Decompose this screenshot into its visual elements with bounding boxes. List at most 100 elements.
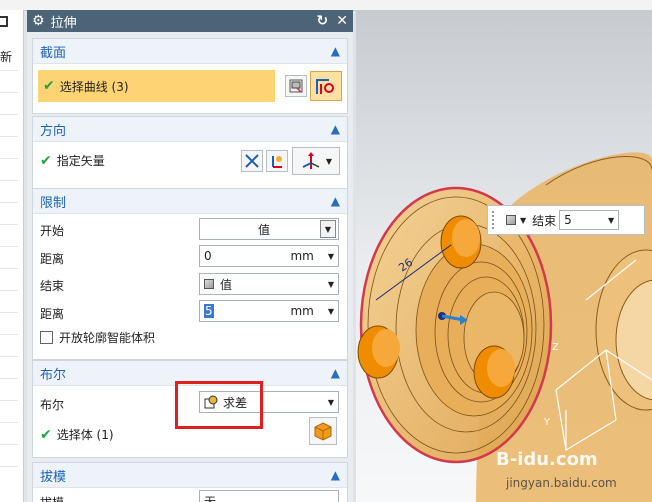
cube-icon	[204, 279, 214, 289]
chevron-down-icon: ▼	[327, 306, 334, 316]
vector-type-dropdown[interactable]: ▼	[292, 147, 340, 175]
select-curve-label: 选择曲线 (3)	[59, 79, 129, 94]
open-profile-row[interactable]: 开放轮廓智能体积	[40, 329, 155, 346]
list-divider	[0, 400, 18, 401]
specify-vector-label: 指定矢量	[56, 154, 105, 168]
end-distance-value: 5	[204, 304, 214, 318]
end-distance-label: 距离	[40, 307, 65, 321]
start-distance-unit: mm	[290, 249, 314, 263]
check-icon: ✔	[40, 426, 52, 443]
end-label: 结束	[40, 279, 65, 293]
navigator-column-header: 新	[0, 50, 13, 64]
cube-icon	[506, 215, 516, 225]
section-header[interactable]: 截面 ▲	[33, 39, 347, 64]
list-divider	[0, 70, 18, 71]
list-divider	[0, 158, 18, 159]
direction-panel: 方向 ▲ ✔ 指定矢量 ▼	[32, 116, 348, 190]
chevron-down-icon: ▼	[327, 279, 334, 289]
start-distance-value: 0	[204, 249, 212, 263]
list-divider	[0, 246, 18, 247]
gear-icon: ⚙	[32, 13, 45, 29]
list-divider	[0, 224, 18, 225]
start-label: 开始	[40, 224, 65, 238]
list-divider	[0, 268, 18, 269]
float-end-label: 结束	[532, 213, 557, 228]
chevron-down-icon: ▼	[608, 215, 615, 225]
start-type-select[interactable]: 值 ▼	[199, 218, 339, 240]
window-restore-icon[interactable]	[0, 16, 8, 27]
list-divider	[0, 444, 18, 445]
dialog-titlebar[interactable]: ⚙ 拉伸 ↻ ✕	[27, 10, 353, 32]
start-distance-label: 距离	[40, 252, 65, 266]
chevron-up-icon[interactable]: ▲	[331, 194, 340, 208]
list-divider	[0, 378, 18, 379]
open-profile-label: 开放轮廓智能体积	[59, 331, 156, 345]
check-icon: ✔	[40, 152, 52, 169]
list-divider	[0, 92, 18, 93]
limits-panel: 限制 ▲ 开始 值 ▼ 距离 0 mm ▼ 结束 值 ▼ 距离 5 mm ▼ 开…	[32, 188, 348, 360]
check-icon: ✔	[43, 78, 55, 94]
select-curve-row[interactable]: ✔ 选择曲线 (3)	[38, 70, 275, 102]
watermark-url: jingyan.baidu.com	[505, 476, 617, 490]
chevron-down-icon: ▼	[320, 220, 336, 238]
axis-z-label: Z	[552, 342, 559, 353]
sketch-section-icon[interactable]	[285, 75, 307, 97]
float-end-input[interactable]: 5 ▼	[559, 210, 620, 230]
axis-y-label: Y	[543, 417, 551, 428]
start-distance-input[interactable]: 0 mm ▼	[199, 245, 339, 267]
drag-handle-icon[interactable]	[492, 211, 498, 229]
list-divider	[0, 114, 18, 115]
list-divider	[0, 466, 18, 467]
list-divider	[0, 334, 18, 335]
list-divider	[0, 312, 18, 313]
dialog-title: 拉伸	[50, 15, 77, 31]
list-divider	[0, 422, 18, 423]
draft-select[interactable]: 无	[199, 490, 339, 502]
end-distance-input[interactable]: 5 mm ▼	[199, 300, 339, 322]
draft-title: 拔模	[40, 469, 67, 485]
graphics-viewport[interactable]: 26 Z Y B-idu.com jingyan.baidu.com	[356, 10, 652, 502]
chevron-up-icon[interactable]: ▲	[331, 468, 340, 482]
curve-select-icon[interactable]	[310, 71, 342, 101]
list-divider	[0, 202, 18, 203]
chevron-down-icon[interactable]: ▼	[520, 216, 526, 225]
list-divider	[0, 356, 18, 357]
reverse-direction-icon[interactable]	[241, 150, 263, 172]
draft-label: 拔模	[40, 494, 64, 502]
close-icon[interactable]: ✕	[336, 13, 348, 29]
direction-title: 方向	[40, 123, 67, 139]
boolean-label: 布尔	[40, 398, 65, 412]
section-title: 截面	[40, 45, 67, 61]
chevron-up-icon[interactable]: ▲	[331, 122, 340, 136]
start-type-value: 值	[257, 222, 270, 237]
specify-vector-row: ✔ 指定矢量	[40, 152, 105, 169]
draft-value: 无	[204, 494, 217, 502]
open-profile-checkbox[interactable]	[40, 331, 53, 344]
solid-body-icon[interactable]	[309, 417, 337, 445]
draft-header[interactable]: 拔模 ▲	[33, 463, 347, 488]
chevron-down-icon: ▼	[327, 397, 334, 407]
select-body-row[interactable]: ✔ 选择体 (1)	[40, 426, 114, 443]
end-type-value: 值	[220, 277, 233, 292]
list-divider	[0, 136, 18, 137]
chevron-up-icon[interactable]: ▲	[331, 366, 340, 380]
draft-panel: 拔模 ▲ 拔模 无	[32, 462, 348, 502]
boolean-title: 布尔	[40, 367, 67, 383]
chevron-down-icon: ▼	[325, 156, 333, 166]
highlight-box	[175, 381, 263, 429]
end-type-select[interactable]: 值 ▼	[199, 273, 339, 295]
chevron-up-icon[interactable]: ▲	[331, 44, 340, 58]
chevron-down-icon: ▼	[327, 251, 334, 261]
part-navigator-panel: 新	[0, 10, 24, 502]
list-divider	[0, 180, 18, 181]
watermark-logo: B-idu.com	[496, 449, 598, 470]
section-panel: 截面 ▲ ✔ 选择曲线 (3)	[32, 38, 348, 114]
reset-icon[interactable]: ↻	[317, 13, 329, 29]
limits-header[interactable]: 限制 ▲	[33, 189, 347, 214]
vector-dialog-icon[interactable]	[266, 150, 288, 172]
end-distance-unit: mm	[290, 304, 314, 318]
floating-end-toolbar: ▼ 结束 5 ▼	[487, 205, 645, 235]
model-render: 26 Z Y B-idu.com jingyan.baidu.com	[356, 10, 652, 502]
direction-header[interactable]: 方向 ▲	[33, 117, 347, 142]
select-body-label: 选择体 (1)	[56, 428, 114, 442]
